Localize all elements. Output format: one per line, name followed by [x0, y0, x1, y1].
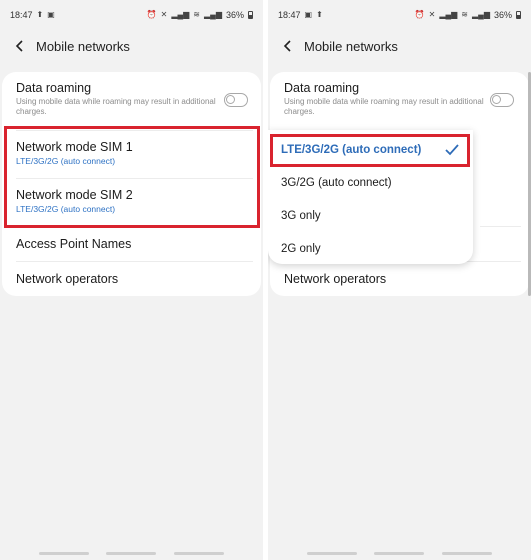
alarm-icon: ⏰	[146, 10, 157, 19]
data-roaming-row[interactable]: Data roaming Using mobile data while roa…	[284, 81, 519, 117]
nav-home-button[interactable]	[106, 551, 157, 555]
image-icon: ▣	[47, 10, 55, 19]
operators-title: Network operators	[16, 272, 119, 286]
data-roaming-title: Data roaming	[284, 81, 360, 95]
status-time: 18:47	[278, 10, 301, 20]
upload-icon: ⬆	[36, 10, 44, 19]
network-operators-row[interactable]: Network operators	[284, 272, 519, 286]
divider	[16, 261, 253, 262]
divider	[480, 226, 521, 227]
signal-icon: ▂▄▆	[171, 10, 190, 19]
signal-icon: ▂▄▆	[439, 10, 458, 19]
nav-back-button[interactable]	[442, 551, 493, 555]
data-roaming-toggle[interactable]	[224, 93, 248, 107]
mute-icon: ✕	[160, 10, 168, 19]
navigation-bar	[0, 546, 263, 560]
data-roaming-row[interactable]: Data roaming Using mobile data while roa…	[16, 81, 251, 117]
network-operators-row[interactable]: Network operators	[16, 272, 251, 286]
data-roaming-toggle[interactable]	[490, 93, 514, 107]
nav-home-button[interactable]	[374, 551, 425, 555]
nav-back-button[interactable]	[174, 551, 225, 555]
nav-recents-button[interactable]	[38, 551, 89, 555]
battery-percent: 36%	[225, 10, 244, 20]
toggle-knob	[226, 95, 235, 104]
option-3g-2g[interactable]: 3G/2G (auto connect)	[281, 177, 392, 189]
nav-recents-button[interactable]	[306, 551, 357, 555]
status-bar: 18:47 ⬆ ▣ ⏰ ✕ ▂▄▆ ≋ ▂▄▆ 36%	[0, 0, 263, 30]
battery-percent: 36%	[493, 10, 512, 20]
data-roaming-subtitle: Using mobile data while roaming may resu…	[284, 97, 484, 116]
wifi-icon: ≋	[193, 10, 200, 19]
battery-icon	[248, 11, 253, 19]
wifi-icon: ≋	[461, 10, 468, 19]
app-bar: Mobile networks	[0, 30, 263, 62]
right-screen: 18:47 ▣ ⬆ ⏰ ✕ ▂▄▆ ≋ ▂▄▆ 36% Mobile netwo…	[268, 0, 531, 560]
signal-icon-2: ▂▄▆	[472, 10, 490, 19]
navigation-bar	[268, 546, 531, 560]
page-title: Mobile networks	[36, 38, 130, 54]
status-time: 18:47	[10, 10, 33, 20]
toggle-knob	[492, 95, 501, 104]
upload-icon: ⬆	[316, 10, 323, 19]
chevron-left-icon[interactable]	[12, 38, 28, 54]
highlight-box-sim-modes	[4, 126, 260, 228]
left-screen: 18:47 ⬆ ▣ ⏰ ✕ ▂▄▆ ≋ ▂▄▆ 36% Mobile netwo…	[0, 0, 263, 560]
data-roaming-subtitle: Using mobile data while roaming may resu…	[16, 97, 216, 116]
battery-icon	[516, 11, 521, 19]
option-2g-only[interactable]: 2G only	[281, 243, 321, 255]
highlight-box-selected-mode	[270, 134, 470, 167]
image-icon: ▣	[304, 10, 313, 19]
apn-title: Access Point Names	[16, 237, 132, 251]
status-bar: 18:47 ▣ ⬆ ⏰ ✕ ▂▄▆ ≋ ▂▄▆ 36%	[268, 0, 531, 30]
signal-icon-2: ▂▄▆	[204, 10, 222, 19]
mute-icon: ✕	[428, 10, 436, 19]
option-3g-only[interactable]: 3G only	[281, 210, 321, 222]
operators-title: Network operators	[284, 272, 387, 286]
alarm-icon: ⏰	[414, 10, 425, 19]
data-roaming-title: Data roaming	[16, 81, 92, 95]
page-title: Mobile networks	[304, 38, 398, 54]
access-point-names-row[interactable]: Access Point Names	[16, 237, 251, 251]
chevron-left-icon[interactable]	[280, 38, 296, 54]
app-bar: Mobile networks	[268, 30, 531, 62]
